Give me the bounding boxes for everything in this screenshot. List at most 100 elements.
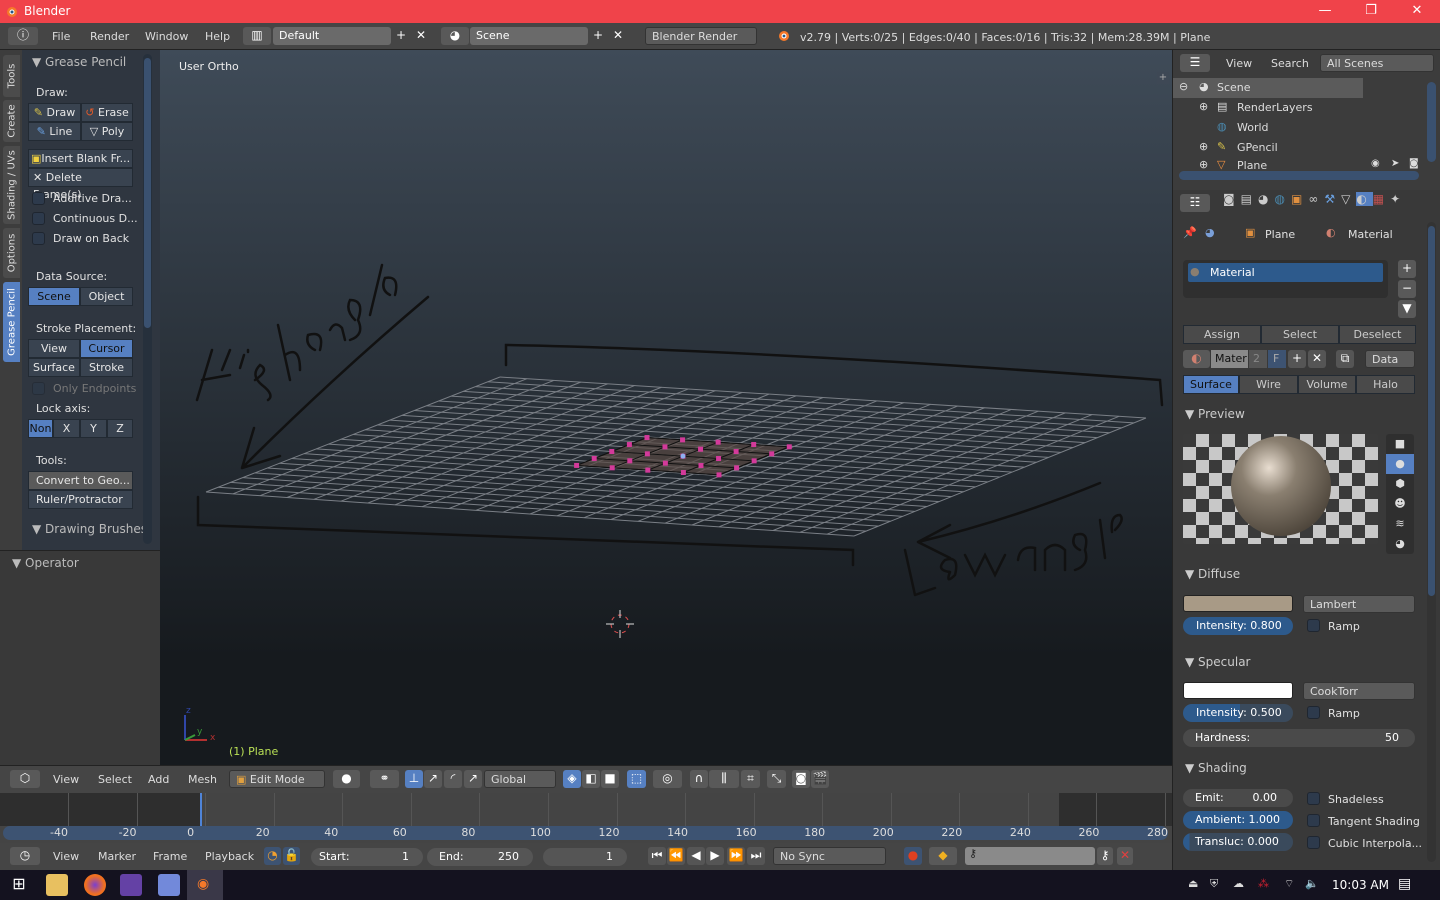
- material-slot-item[interactable]: ● Material: [1188, 263, 1383, 282]
- stroke-surface[interactable]: Surface: [28, 358, 80, 377]
- start-frame-field[interactable]: Start: 1: [311, 848, 423, 866]
- material-name-field[interactable]: Mater: [1211, 350, 1248, 368]
- draw-button[interactable]: ✎ Draw: [28, 103, 81, 122]
- modifiers-tab-icon[interactable]: ⚒: [1324, 192, 1341, 206]
- snap-toggle[interactable]: ∩: [690, 770, 708, 788]
- diffuse-intensity-slider[interactable]: Intensity: 0.800: [1183, 617, 1293, 635]
- preview-sky-icon[interactable]: ◕: [1386, 534, 1414, 554]
- line-button[interactable]: ✎ Line: [28, 122, 81, 141]
- lock-axis-none[interactable]: Non: [28, 419, 53, 438]
- new-material-button[interactable]: +: [1288, 350, 1306, 368]
- specular-color-swatch[interactable]: [1183, 682, 1293, 699]
- edge-select-mode[interactable]: ◧: [582, 770, 600, 788]
- eye-icon[interactable]: ◉: [1371, 158, 1380, 169]
- grease-pencil-panel-header[interactable]: ▼ Grease Pencil: [32, 55, 126, 69]
- volume-icon[interactable]: 🔈: [1305, 877, 1319, 890]
- add-slot-button[interactable]: +: [1398, 260, 1416, 278]
- 3d-viewport[interactable]: User Ortho z y x (1) Plane +: [160, 50, 1172, 765]
- vertex-select-mode[interactable]: ◈: [563, 770, 581, 788]
- editor-type-button[interactable]: ⬡: [10, 770, 40, 788]
- outliner-item-plane[interactable]: ⊕ ▽ Plane: [1173, 158, 1363, 172]
- next-keyframe-button[interactable]: ⏩: [727, 847, 745, 865]
- close-button[interactable]: ✕: [1394, 0, 1440, 23]
- diffuse-color-swatch[interactable]: [1183, 595, 1293, 612]
- play-reverse-button[interactable]: ◀: [687, 847, 705, 865]
- shading-panel-header[interactable]: ▼ Shading: [1177, 756, 1427, 782]
- shadeless-checkbox[interactable]: [1307, 792, 1320, 805]
- pin-icon[interactable]: 📌: [1183, 226, 1197, 239]
- operator-panel-header[interactable]: ▼ Operator: [12, 556, 79, 570]
- lock-axis-x[interactable]: X: [53, 419, 80, 438]
- menu-add[interactable]: Add: [148, 773, 169, 786]
- snap-element-dropdown[interactable]: ⫼: [709, 770, 739, 788]
- delete-scene-button[interactable]: ✕: [610, 27, 626, 45]
- stroke-stroke[interactable]: Stroke: [80, 358, 133, 377]
- tab-tools[interactable]: Tools: [3, 55, 20, 97]
- outliner-item-scene[interactable]: ⊖ ◕ Scene: [1173, 78, 1363, 98]
- snap-target-button[interactable]: ⌗: [741, 770, 760, 788]
- diffuse-panel-header[interactable]: ▼ Diffuse: [1177, 562, 1427, 588]
- blender-taskbar-icon[interactable]: ◉: [187, 870, 223, 900]
- uv-retain-button[interactable]: ⤡: [767, 770, 786, 788]
- windows-start-icon[interactable]: ⊞: [8, 874, 30, 896]
- erase-button[interactable]: ↺ Erase: [81, 103, 133, 122]
- display-mode-dropdown[interactable]: All Scenes: [1320, 54, 1434, 72]
- outliner-item-gpencil[interactable]: ⊕ ✎ GPencil: [1173, 138, 1363, 158]
- convert-to-geometry-dropdown[interactable]: Convert to Geo...: [28, 471, 133, 490]
- properties-scrollbar[interactable]: [1427, 222, 1436, 862]
- proportional-edit-dropdown[interactable]: ◎: [653, 770, 682, 788]
- insert-blank-frame-button[interactable]: ▣Insert Blank Fr...: [28, 149, 133, 168]
- layout-field[interactable]: Default: [273, 27, 391, 45]
- fake-user-toggle[interactable]: F: [1268, 350, 1286, 368]
- additive-drawing-checkbox[interactable]: [32, 192, 45, 205]
- link-dropdown[interactable]: Data: [1365, 350, 1415, 368]
- type-wire[interactable]: Wire: [1239, 375, 1298, 394]
- jump-start-button[interactable]: ⏮: [648, 847, 666, 865]
- preview-monkey-icon[interactable]: ☻: [1386, 494, 1414, 514]
- tab-create[interactable]: Create: [3, 100, 20, 142]
- insert-keyframe-button[interactable]: ⚷: [1097, 847, 1113, 865]
- keying-mode-dropdown[interactable]: ◆: [929, 847, 957, 865]
- rotate-manipulator[interactable]: ◜: [444, 770, 462, 788]
- lock-time-toggle[interactable]: 🔓: [283, 847, 300, 865]
- scene-field[interactable]: Scene: [470, 27, 588, 45]
- defender-icon[interactable]: ⛨: [1210, 877, 1218, 891]
- scale-manipulator[interactable]: ↗: [464, 770, 482, 788]
- cursor-arrow-icon[interactable]: ➤: [1391, 158, 1399, 169]
- specular-intensity-slider[interactable]: Intensity: 0.500: [1183, 704, 1293, 722]
- scene-tab-icon[interactable]: ◕: [1258, 192, 1274, 206]
- current-frame-indicator[interactable]: [200, 793, 202, 826]
- poly-button[interactable]: ▽ Poly: [81, 122, 133, 141]
- keying-set-field[interactable]: ⚷: [965, 847, 1095, 865]
- menu-view[interactable]: View: [53, 773, 79, 786]
- outliner-hscrollbar[interactable]: [1179, 171, 1419, 180]
- constraints-tab-icon[interactable]: ∞: [1308, 192, 1324, 206]
- material-tab-icon[interactable]: ◐: [1356, 192, 1373, 206]
- file-explorer-icon[interactable]: [46, 874, 68, 896]
- render-camera-icon[interactable]: ◙: [1409, 158, 1419, 169]
- onedrive-icon[interactable]: ☁: [1233, 877, 1244, 890]
- end-frame-field[interactable]: End: 250: [427, 848, 533, 866]
- material-users-count[interactable]: 2: [1249, 350, 1267, 368]
- menu-window[interactable]: Window: [145, 30, 188, 43]
- prev-keyframe-button[interactable]: ⏪: [667, 847, 685, 865]
- specular-shader-dropdown[interactable]: CookTorr: [1303, 682, 1415, 700]
- translate-manipulator[interactable]: ↗: [424, 770, 442, 788]
- specular-ramp-checkbox[interactable]: [1307, 706, 1320, 719]
- assign-button[interactable]: Assign: [1183, 325, 1261, 344]
- render-tab-icon[interactable]: ◙: [1223, 192, 1241, 206]
- timeline-menu-playback[interactable]: Playback: [205, 850, 254, 863]
- app-tray-icon[interactable]: ⁂: [1258, 877, 1269, 890]
- type-surface[interactable]: Surface: [1183, 375, 1239, 394]
- properties-toggle-button[interactable]: +: [1157, 72, 1169, 84]
- tangent-shading-checkbox[interactable]: [1307, 814, 1320, 827]
- minimize-button[interactable]: —: [1302, 0, 1348, 23]
- data-source-object[interactable]: Object: [80, 287, 133, 306]
- info-editor-type-button[interactable]: ⓘ: [8, 27, 38, 45]
- twitch-icon[interactable]: [120, 874, 142, 896]
- browse-material-button[interactable]: ◐: [1183, 350, 1210, 368]
- wifi-icon[interactable]: ⌔: [1284, 877, 1294, 891]
- outliner-menu-search[interactable]: Search: [1271, 57, 1309, 70]
- clock[interactable]: 10:03 AM: [1332, 878, 1389, 892]
- emit-field[interactable]: Emit: 0.00: [1183, 789, 1293, 807]
